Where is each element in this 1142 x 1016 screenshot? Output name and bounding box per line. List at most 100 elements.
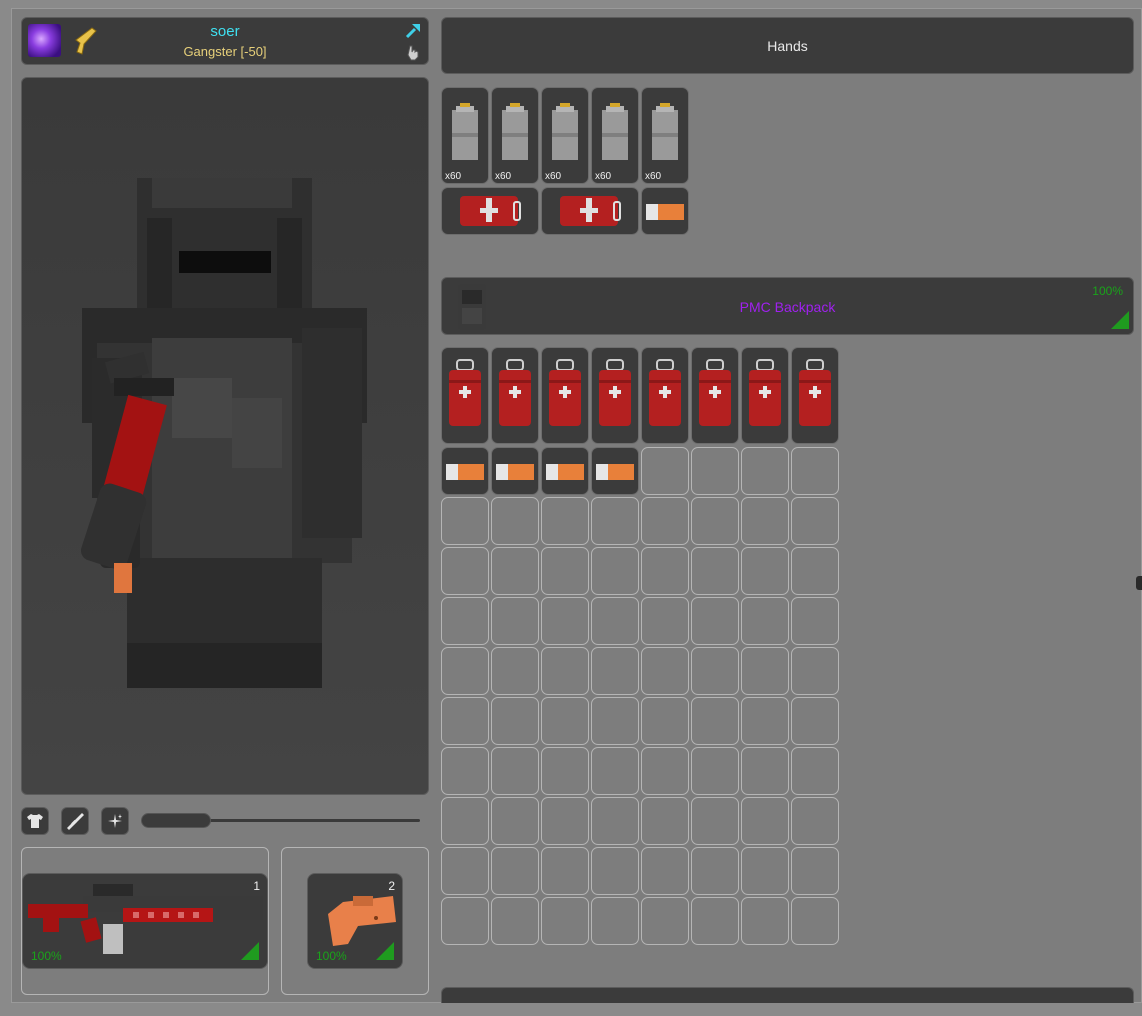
inventory-slot-medkit[interactable] <box>641 347 689 444</box>
inventory-slot-empty[interactable] <box>641 647 689 695</box>
inventory-slot-empty[interactable] <box>441 897 489 945</box>
inventory-slot-empty[interactable] <box>591 497 639 545</box>
inventory-slot-empty[interactable] <box>741 497 789 545</box>
inventory-slot-empty[interactable] <box>441 697 489 745</box>
inventory-slot-empty[interactable] <box>691 797 739 845</box>
inventory-slot-empty[interactable] <box>591 897 639 945</box>
inventory-slot-empty[interactable] <box>791 747 839 795</box>
inventory-slot-empty[interactable] <box>791 847 839 895</box>
inventory-slot-empty[interactable] <box>491 597 539 645</box>
inventory-slot-bandage[interactable] <box>541 447 589 495</box>
inventory-slot-bandage[interactable] <box>441 447 489 495</box>
inventory-slot-empty[interactable] <box>541 847 589 895</box>
secondary-weapon-slot[interactable]: 2 100% <box>307 873 403 969</box>
inventory-slot-empty[interactable] <box>441 497 489 545</box>
inventory-slot-empty[interactable] <box>741 697 789 745</box>
inventory-slot-empty[interactable] <box>741 447 789 495</box>
inventory-slot-empty[interactable] <box>491 847 539 895</box>
inventory-slot-empty[interactable] <box>791 697 839 745</box>
inventory-slot-ammo-box[interactable]: x60 <box>541 87 589 184</box>
inventory-slot-empty[interactable] <box>541 497 589 545</box>
inventory-slot-empty[interactable] <box>541 547 589 595</box>
effects-tab-button[interactable] <box>101 807 129 835</box>
inventory-slot-empty[interactable] <box>591 847 639 895</box>
inventory-slot-empty[interactable] <box>691 547 739 595</box>
inventory-slot-empty[interactable] <box>541 897 589 945</box>
inventory-slot-empty[interactable] <box>641 697 689 745</box>
inventory-slot-empty[interactable] <box>691 897 739 945</box>
inventory-slot-empty[interactable] <box>541 647 589 695</box>
backpack-header[interactable]: PMC Backpack 100% <box>441 277 1134 335</box>
inventory-slot-empty[interactable] <box>541 697 589 745</box>
inventory-slot-empty[interactable] <box>641 547 689 595</box>
inventory-slot-empty[interactable] <box>741 747 789 795</box>
inventory-slot-empty[interactable] <box>441 797 489 845</box>
inventory-slot-empty[interactable] <box>441 547 489 595</box>
inventory-slot-empty[interactable] <box>641 897 689 945</box>
inventory-slot-empty[interactable] <box>441 847 489 895</box>
inventory-slot-empty[interactable] <box>591 797 639 845</box>
inventory-slot-empty[interactable] <box>491 547 539 595</box>
inventory-slot-empty[interactable] <box>791 647 839 695</box>
inventory-slot-medkit[interactable] <box>541 347 589 444</box>
inventory-slot-empty[interactable] <box>491 647 539 695</box>
pickaxe-icon[interactable] <box>404 22 422 40</box>
inventory-slot-empty[interactable] <box>741 547 789 595</box>
inventory-slot-empty[interactable] <box>541 597 589 645</box>
weapon-tab-button[interactable] <box>61 807 89 835</box>
inventory-slot-medkit[interactable] <box>741 347 789 444</box>
inventory-slot-empty[interactable] <box>441 747 489 795</box>
inventory-slot-empty[interactable] <box>691 597 739 645</box>
inventory-slot-empty[interactable] <box>491 747 539 795</box>
inventory-slot-empty[interactable] <box>691 647 739 695</box>
inventory-slot-empty[interactable] <box>791 797 839 845</box>
inventory-slot-empty[interactable] <box>691 497 739 545</box>
inventory-slot-empty[interactable] <box>791 447 839 495</box>
scroll-handle[interactable] <box>1136 576 1142 590</box>
inventory-slot-empty[interactable] <box>641 747 689 795</box>
hand-cursor-icon[interactable] <box>404 43 422 61</box>
inventory-slot-empty[interactable] <box>641 797 689 845</box>
inventory-slot-empty[interactable] <box>491 497 539 545</box>
inventory-slot-medkit[interactable] <box>791 347 839 444</box>
inventory-slot-medkit[interactable] <box>441 347 489 444</box>
inventory-slot-ammo-box[interactable]: x60 <box>441 87 489 184</box>
inventory-slot-empty[interactable] <box>791 547 839 595</box>
zoom-slider[interactable] <box>141 813 420 829</box>
inventory-slot-empty[interactable] <box>591 547 639 595</box>
inventory-slot-empty[interactable] <box>791 897 839 945</box>
character-preview[interactable] <box>21 77 429 795</box>
inventory-slot-bandage[interactable] <box>591 447 639 495</box>
clothing-tab-button[interactable] <box>21 807 49 835</box>
primary-weapon-slot[interactable]: 1 100% <box>22 873 268 969</box>
inventory-slot-empty[interactable] <box>691 697 739 745</box>
inventory-slot-empty[interactable] <box>491 897 539 945</box>
inventory-slot-empty[interactable] <box>541 797 589 845</box>
inventory-slot-empty[interactable] <box>691 847 739 895</box>
inventory-slot-bandage[interactable] <box>641 187 689 235</box>
inventory-slot-empty[interactable] <box>791 597 839 645</box>
inventory-slot-empty[interactable] <box>741 897 789 945</box>
inventory-slot-empty[interactable] <box>791 497 839 545</box>
inventory-slot-empty[interactable] <box>591 747 639 795</box>
inventory-slot-empty[interactable] <box>641 497 689 545</box>
inventory-slot-empty[interactable] <box>491 797 539 845</box>
inventory-slot-empty[interactable] <box>441 597 489 645</box>
inventory-slot-medkit[interactable] <box>591 347 639 444</box>
inventory-slot-ammo-box[interactable]: x60 <box>491 87 539 184</box>
inventory-slot-empty[interactable] <box>591 597 639 645</box>
inventory-slot-medkit[interactable] <box>691 347 739 444</box>
inventory-slot-empty[interactable] <box>641 847 689 895</box>
inventory-slot-bandage[interactable] <box>491 447 539 495</box>
inventory-slot-empty[interactable] <box>641 597 689 645</box>
inventory-slot-empty[interactable] <box>541 747 589 795</box>
inventory-slot-empty[interactable] <box>741 597 789 645</box>
slider-thumb[interactable] <box>141 813 211 828</box>
inventory-slot-ammo-box[interactable]: x60 <box>591 87 639 184</box>
inventory-slot-empty[interactable] <box>641 447 689 495</box>
inventory-slot-empty[interactable] <box>741 847 789 895</box>
inventory-slot-empty[interactable] <box>591 697 639 745</box>
inventory-slot-medkit[interactable] <box>491 347 539 444</box>
inventory-slot-empty[interactable] <box>441 647 489 695</box>
inventory-slot-empty[interactable] <box>741 647 789 695</box>
